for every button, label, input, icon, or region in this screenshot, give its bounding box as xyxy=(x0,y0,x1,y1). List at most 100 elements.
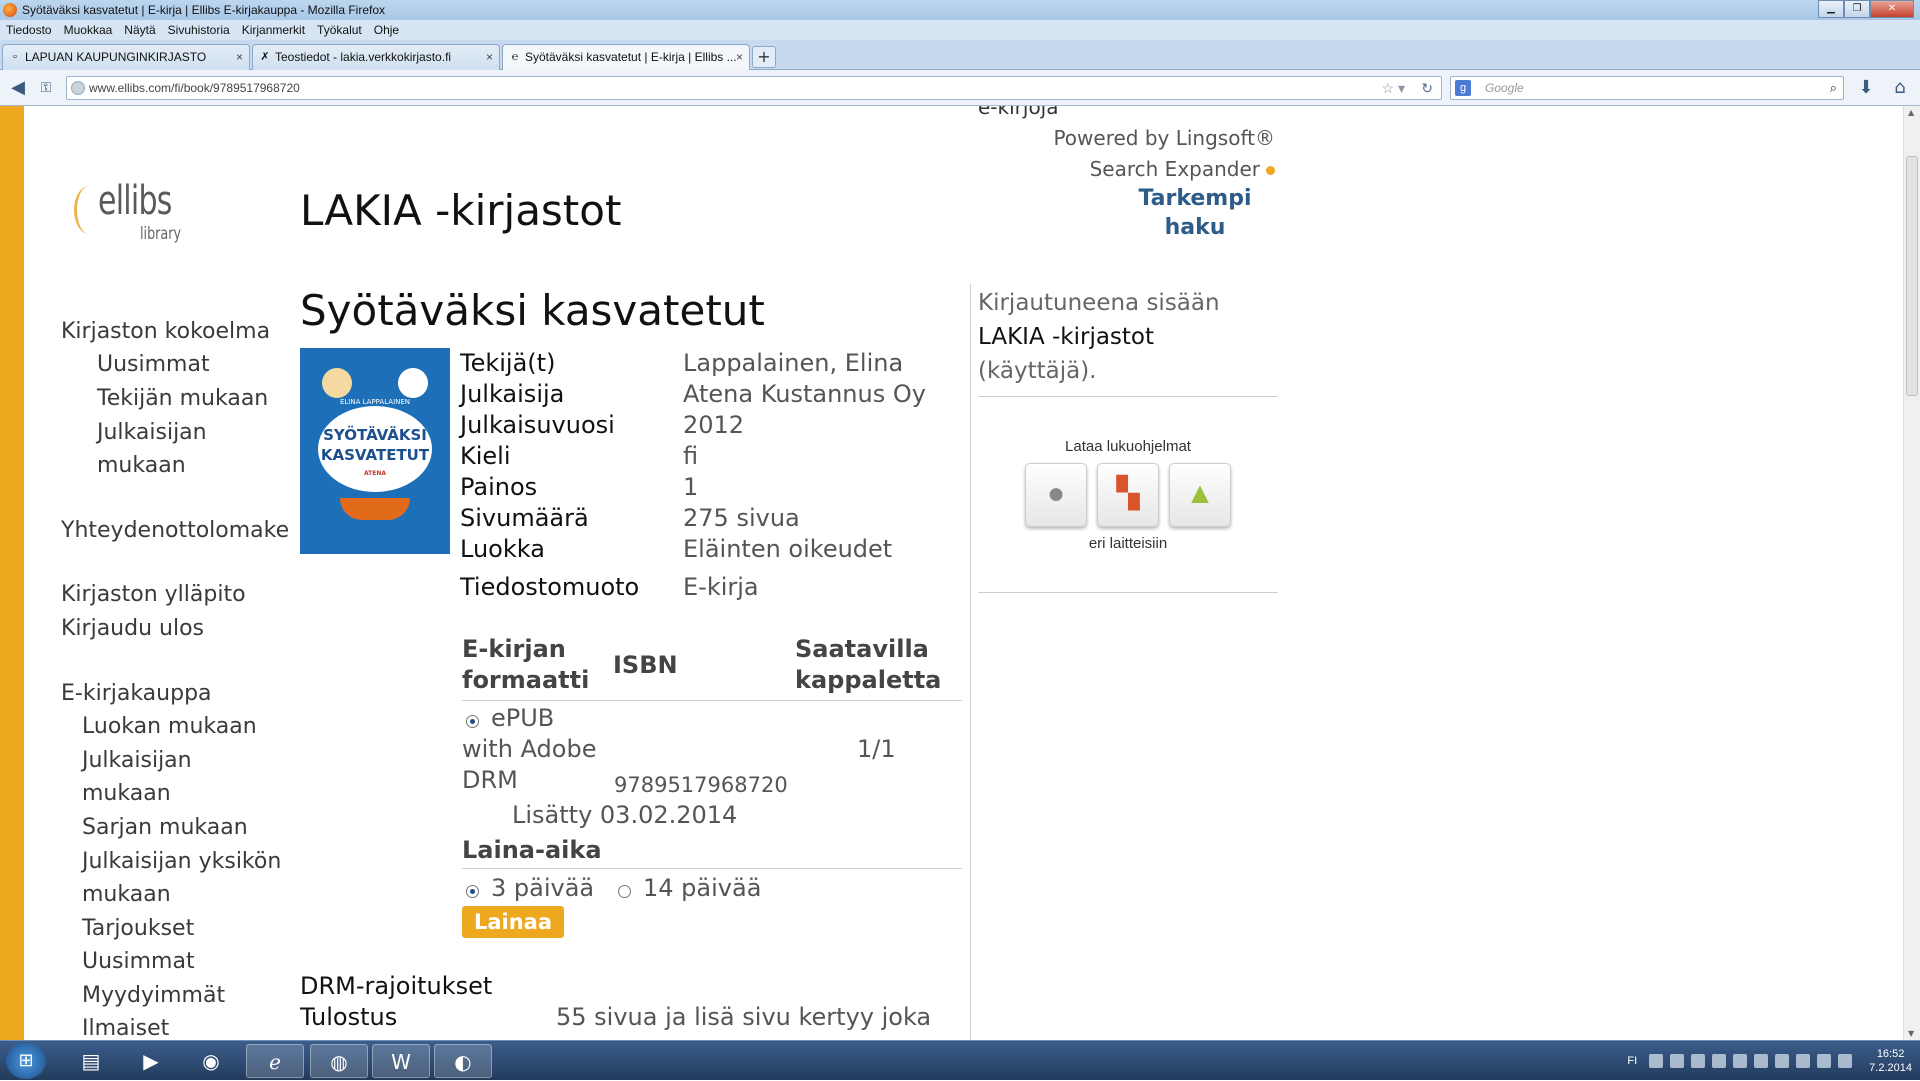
menu-history[interactable]: Sivuhistoria xyxy=(168,20,230,40)
cover-animal xyxy=(322,368,352,398)
vertical-scrollbar[interactable]: ▲ ▼ xyxy=(1903,106,1920,1040)
key-icon[interactable]: ⚿ xyxy=(34,76,58,100)
meta-publisher-label: Julkaisija xyxy=(460,380,565,408)
language-indicator[interactable]: FI xyxy=(1627,1055,1637,1067)
scroll-down-icon[interactable]: ▼ xyxy=(1908,1029,1914,1038)
nav-store-by-publisher[interactable]: Julkaisijan xyxy=(82,744,192,777)
nav-offers[interactable]: Tarjoukset xyxy=(82,912,194,945)
tray-keyboard-icon[interactable] xyxy=(1649,1054,1664,1068)
tab-ellibs-book[interactable]: ℮ Syötäväksi kasvatetut | E-kirja | Elli… xyxy=(502,44,750,70)
url-text: www.ellibs.com/fi/book/9789517968720 xyxy=(89,81,300,95)
nav-ebook-store[interactable]: E-kirjakauppa xyxy=(61,677,212,710)
nav-store-by-publisher-cont[interactable]: mukaan xyxy=(82,777,171,810)
tray-app-icon[interactable] xyxy=(1712,1054,1727,1068)
chrome-icon[interactable]: ◉ xyxy=(182,1044,240,1078)
clock[interactable]: 16:52 7.2.2014 xyxy=(1869,1047,1912,1075)
advanced-search-link[interactable]: Tarkempi haku xyxy=(1120,184,1270,242)
nav-collection[interactable]: Kirjaston kokoelma xyxy=(61,315,270,348)
nav-contact-form[interactable]: Yhteydenottolomake xyxy=(61,514,289,547)
nav-by-author[interactable]: Tekijän mukaan xyxy=(97,382,268,415)
loan-14-days-radio[interactable] xyxy=(618,885,631,898)
meta-pages-label: Sivumäärä xyxy=(460,504,589,532)
tray-shield-icon[interactable] xyxy=(1754,1054,1769,1068)
menu-help[interactable]: Ohje xyxy=(374,20,399,40)
orange-app-icon[interactable]: ◍ xyxy=(310,1044,368,1078)
back-icon[interactable]: ◀ xyxy=(6,76,30,100)
tray-network-icon[interactable] xyxy=(1670,1054,1685,1068)
nav-newest[interactable]: Uusimmat xyxy=(97,348,210,381)
scrollbar-thumb[interactable] xyxy=(1906,156,1918,396)
android-icon[interactable]: ▲ xyxy=(1169,463,1231,527)
nav-by-category[interactable]: Luokan mukaan xyxy=(82,710,257,743)
tray-chat-icon[interactable] xyxy=(1691,1054,1706,1068)
navigation-bar: ◀ ⚿ www.ellibs.com/fi/book/9789517968720… xyxy=(0,70,1920,106)
minimize-button[interactable]: ▁ xyxy=(1818,0,1844,18)
info-dot-icon[interactable] xyxy=(1266,166,1275,175)
tray-sync-icon[interactable] xyxy=(1733,1054,1748,1068)
logo-word: ellibs xyxy=(98,178,172,224)
tray-tool-icon[interactable] xyxy=(1775,1054,1790,1068)
url-bar[interactable]: www.ellibs.com/fi/book/9789517968720 ☆ ▾… xyxy=(66,76,1442,100)
nav-bestsellers[interactable]: Myydyimmät xyxy=(82,979,225,1012)
close-window-button[interactable]: ✕ xyxy=(1870,0,1914,18)
cover-title-line2: KASVATETUT xyxy=(320,446,430,464)
file-explorer-icon[interactable]: ▤ xyxy=(62,1044,120,1078)
maximize-button[interactable]: ❐ xyxy=(1844,0,1870,18)
loan-3-days-label: 3 päivää xyxy=(491,874,595,902)
search-input[interactable]: g Google ⌕ xyxy=(1450,76,1844,100)
loan-3-days-radio[interactable] xyxy=(466,885,479,898)
windows-icon[interactable]: ▚ xyxy=(1097,463,1159,527)
menu-edit[interactable]: Muokkaa xyxy=(64,20,113,40)
tray-volume-icon[interactable] xyxy=(1838,1054,1853,1068)
meta-category-value[interactable]: Eläinten oikeudet xyxy=(683,535,892,563)
reload-icon[interactable]: ↻ xyxy=(1421,77,1433,99)
meta-edition-value: 1 xyxy=(683,473,699,501)
tray-flag-icon[interactable] xyxy=(1796,1054,1811,1068)
search-icon[interactable]: ⌕ xyxy=(1830,77,1837,99)
start-button[interactable]: ⊞ xyxy=(6,1043,46,1079)
lend-button[interactable]: Lainaa > xyxy=(462,906,564,966)
search-expander[interactable]: Search Expander xyxy=(930,154,1275,185)
google-engine-icon[interactable]: g xyxy=(1455,80,1471,96)
login-library: LAKIA -kirjastot xyxy=(978,324,1155,350)
col-available-header: Saatavilla kappaletta xyxy=(795,634,941,696)
login-label: Kirjautuneena sisään xyxy=(978,290,1220,316)
nav-by-publisher[interactable]: Julkaisijan xyxy=(97,416,207,449)
nav-library-admin[interactable]: Kirjaston ylläpito xyxy=(61,578,246,611)
menu-bookmarks[interactable]: Kirjanmerkit xyxy=(242,20,305,40)
close-tab-icon[interactable]: × xyxy=(236,45,243,69)
nav-by-publisher-unit[interactable]: Julkaisijan yksikön xyxy=(82,845,281,878)
firefox-taskbar-icon[interactable]: ◐ xyxy=(434,1044,492,1078)
nav-logout[interactable]: Kirjaudu ulos xyxy=(61,612,204,645)
nav-by-series[interactable]: Sarjan mukaan xyxy=(82,811,248,844)
close-tab-icon[interactable]: × xyxy=(486,45,493,69)
site-identity-icon[interactable] xyxy=(71,81,85,95)
home-icon[interactable]: ⌂ xyxy=(1888,76,1912,100)
scroll-up-icon[interactable]: ▲ xyxy=(1908,108,1914,117)
word-icon[interactable]: W xyxy=(372,1044,430,1078)
format-name: ePUB xyxy=(491,704,555,732)
col-available-header-line1: Saatavilla xyxy=(795,635,929,663)
menu-tools[interactable]: Työkalut xyxy=(317,20,362,40)
new-tab-button[interactable]: + xyxy=(752,46,776,68)
nav-by-publisher-unit-cont[interactable]: mukaan xyxy=(82,878,171,911)
nav-by-publisher-cont[interactable]: mukaan xyxy=(97,449,186,482)
nav-free[interactable]: Ilmaiset xyxy=(82,1012,169,1040)
ellibs-logo[interactable]: ellibs library xyxy=(74,178,194,248)
book-title: Syötäväksi kasvatetut xyxy=(300,286,765,335)
internet-explorer-icon[interactable]: ℯ xyxy=(246,1044,304,1078)
format-epub-radio[interactable] xyxy=(466,715,479,728)
apple-icon[interactable]: ● xyxy=(1025,463,1087,527)
reader-apps-caption: Lataa lukuohjelmat xyxy=(1065,438,1191,455)
meta-author-label: Tekijä(t) xyxy=(460,349,556,377)
tab-lapua-library[interactable]: ▫ LAPUAN KAUPUNGINKIRJASTO × xyxy=(2,44,250,70)
download-icon[interactable]: ⬇ xyxy=(1854,76,1878,100)
tray-monitor-icon[interactable] xyxy=(1817,1054,1832,1068)
bookmark-star-icon[interactable]: ☆ ▾ xyxy=(1382,77,1405,99)
menu-file[interactable]: Tiedosto xyxy=(6,20,52,40)
media-player-icon[interactable]: ▶ xyxy=(122,1044,180,1078)
close-tab-icon[interactable]: × xyxy=(736,45,743,69)
tab-teostiedot[interactable]: ✗ Teostiedot - lakia.verkkokirjasto.fi × xyxy=(252,44,500,70)
menu-view[interactable]: Näytä xyxy=(124,20,155,40)
nav-store-newest[interactable]: Uusimmat xyxy=(82,945,195,978)
